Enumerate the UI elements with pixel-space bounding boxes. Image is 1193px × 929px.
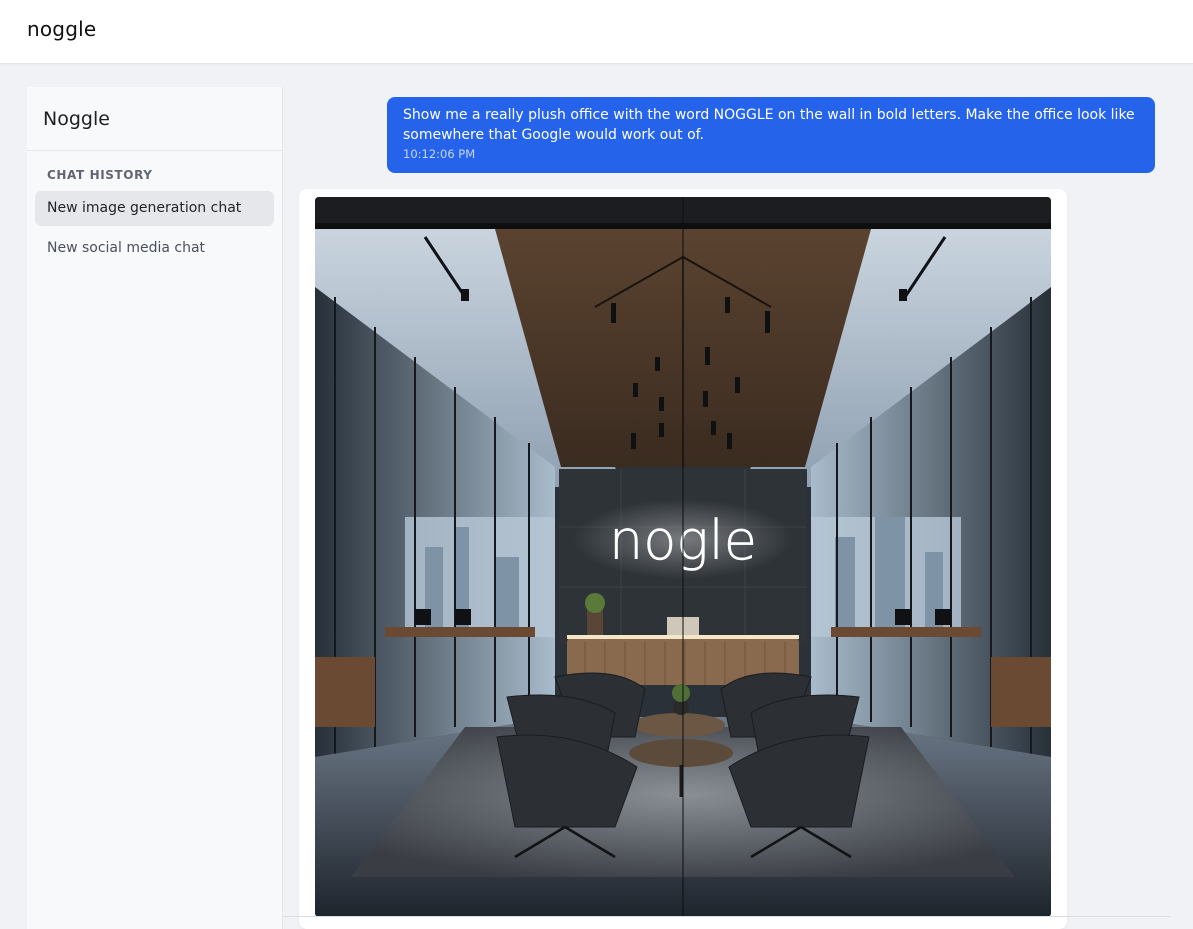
chat-area: Show me a really plush office with the w… bbox=[283, 63, 1193, 929]
user-message-text: Show me a really plush office with the w… bbox=[403, 107, 1135, 143]
assistant-message: nogle bbox=[299, 189, 1067, 929]
sidebar-item-label: New image generation chat bbox=[47, 200, 242, 216]
sidebar-divider bbox=[27, 150, 282, 151]
sidebar-item-label: New social media chat bbox=[47, 240, 206, 256]
sidebar: Noggle CHAT HISTORY New image generation… bbox=[27, 87, 283, 929]
generated-office-image[interactable]: nogle bbox=[315, 197, 1051, 917]
sidebar-item-image-generation-chat[interactable]: New image generation chat bbox=[35, 191, 274, 226]
composer-divider bbox=[283, 916, 1171, 917]
user-message: Show me a really plush office with the w… bbox=[387, 97, 1155, 173]
sidebar-item-social-media-chat[interactable]: New social media chat bbox=[35, 231, 274, 266]
chat-history-heading: CHAT HISTORY bbox=[47, 168, 153, 182]
top-bar: noggle bbox=[0, 0, 1193, 64]
sidebar-title: Noggle bbox=[43, 108, 110, 130]
brand-logo[interactable]: noggle bbox=[27, 17, 96, 41]
message-timestamp: 10:12:06 PM bbox=[403, 147, 476, 161]
